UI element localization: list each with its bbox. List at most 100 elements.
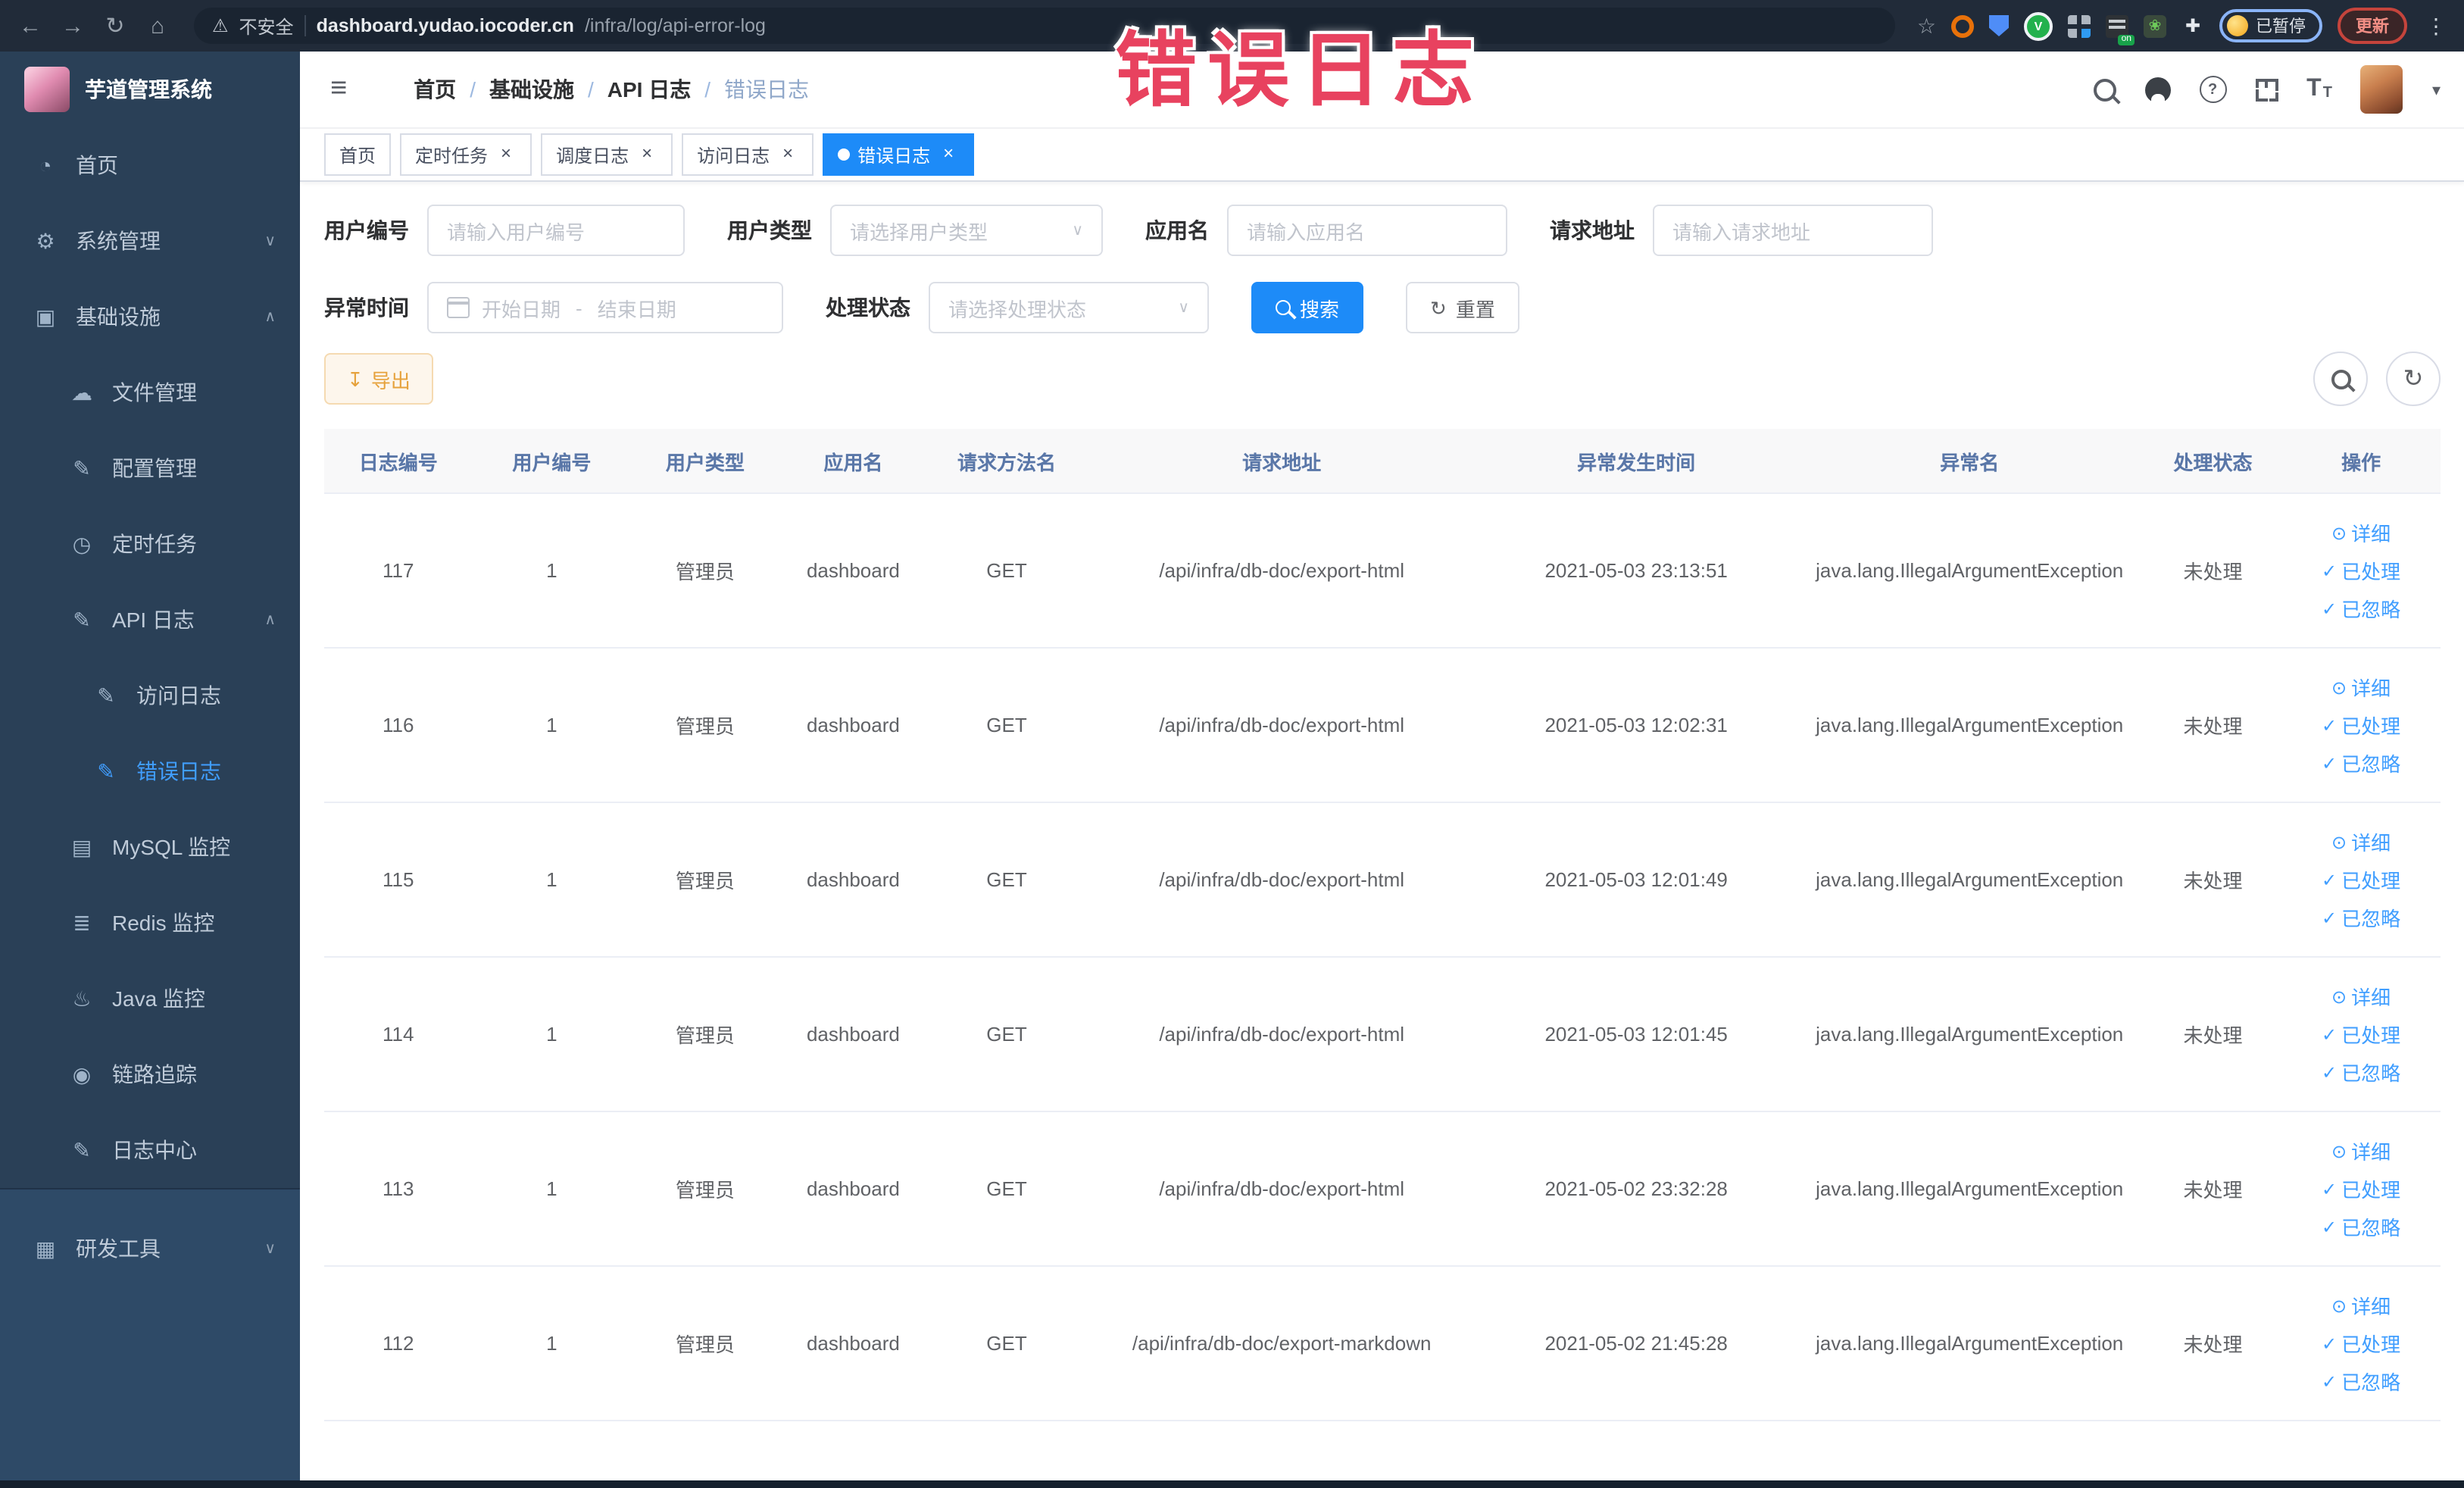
sidebar-menu-item[interactable]: ✎ 访问日志 [0, 658, 300, 733]
bookmark-star-icon[interactable]: ☆ [1917, 13, 1936, 39]
toggle-search-button[interactable] [2313, 352, 2368, 406]
github-icon[interactable] [2144, 77, 2171, 102]
user-avatar[interactable] [2360, 65, 2403, 114]
view-tab[interactable]: 调度日志 × [541, 133, 673, 176]
profile-paused-badge[interactable]: 已暂停 [2219, 9, 2322, 42]
mark-processed-link[interactable]: ✓ 已处理 [2322, 1174, 2400, 1203]
detail-link[interactable]: ⊙ 详细 [2331, 982, 2391, 1011]
help-icon[interactable]: ? [2199, 76, 2227, 103]
sidebar-menu-item[interactable]: ✎ 日志中心 [0, 1112, 300, 1188]
refresh-icon: ↻ [2403, 367, 2424, 392]
request-url-input[interactable]: 请输入请求地址 [1653, 205, 1933, 256]
user-id-input[interactable]: 请输入用户编号 [427, 205, 685, 256]
mark-ignored-link[interactable]: ✓ 已忽略 [2322, 594, 2400, 623]
refresh-button[interactable]: ↻ [2386, 352, 2441, 406]
view-tab[interactable]: 定时任务 × [400, 133, 532, 176]
extension-v-icon[interactable]: V [2024, 11, 2053, 40]
view-tab[interactable]: 错误日志 × [823, 133, 975, 176]
extension-adblock-icon[interactable] [1951, 14, 1974, 37]
app-shell: 芋道管理系统 ◔ 首页 ⚙ 系统管理 ∨ ▣ 基础设施 ∧ ☁ 文件管理 ✎ 配… [0, 52, 2464, 1480]
user-type-select[interactable]: 请选择用户类型 ∨ [830, 205, 1103, 256]
close-icon[interactable]: × [777, 143, 798, 165]
mark-ignored-link[interactable]: ✓ 已忽略 [2322, 1212, 2400, 1241]
font-size-icon[interactable]: TT [2306, 77, 2332, 102]
mark-ignored-link[interactable]: ✓ 已忽略 [2322, 749, 2400, 777]
date-range-input[interactable]: 开始日期 - 结束日期 [427, 282, 783, 333]
cell-log-id: 115 [383, 868, 414, 891]
close-icon[interactable]: × [938, 143, 959, 165]
trace-eye-icon: ◉ [72, 1061, 92, 1086]
breadcrumb-item[interactable]: API 日志 [607, 74, 691, 105]
sidebar-menu-item[interactable]: ♨ Java 监控 [0, 961, 300, 1036]
browser-menu-icon[interactable]: ⋮ [2422, 13, 2450, 39]
mark-ignored-link[interactable]: ✓ 已忽略 [2322, 1367, 2400, 1396]
sidebar-menu-item[interactable]: ◔ 首页 [0, 127, 300, 203]
sidebar-menu-item[interactable]: ▤ MySQL 监控 [0, 809, 300, 885]
forward-icon[interactable]: → [58, 13, 88, 39]
sidebar-menu-item-dev-tools[interactable]: ▦ 研发工具 ∨ [0, 1211, 300, 1286]
mark-processed-link[interactable]: ✓ 已处理 [2322, 711, 2400, 739]
extension-grid-icon[interactable] [2068, 14, 2091, 37]
refresh-icon: ↻ [1430, 296, 1447, 319]
mark-ignored-link[interactable]: ✓ 已忽略 [2322, 1058, 2400, 1086]
extensions-puzzle-icon[interactable]: ✚ [2181, 14, 2204, 37]
sidebar-menu-item[interactable]: ≣ Redis 监控 [0, 885, 300, 961]
sidebar-menu-item[interactable]: ⚙ 系统管理 ∨ [0, 203, 300, 279]
sidebar-menu-item[interactable]: ◉ 链路追踪 [0, 1036, 300, 1112]
browser-update-button[interactable]: 更新 [2338, 8, 2407, 44]
breadcrumb-item[interactable]: 错误日志 [724, 74, 809, 105]
detail-link[interactable]: ⊙ 详细 [2331, 1136, 2391, 1165]
search-icon[interactable] [2093, 78, 2116, 101]
hamburger-icon[interactable]: ≡ [324, 73, 353, 106]
mark-processed-link[interactable]: ✓ 已处理 [2322, 1329, 2400, 1358]
warning-icon[interactable]: ⚠ [212, 15, 229, 36]
close-icon[interactable]: × [636, 143, 657, 165]
cell-exception-time: 2021-05-03 12:01:45 [1544, 1023, 1728, 1046]
sidebar-menu-item[interactable]: ✎ API 日志 ∧ [0, 582, 300, 658]
detail-link[interactable]: ⊙ 详细 [2331, 518, 2391, 547]
export-button[interactable]: ↧ 导出 [324, 353, 433, 405]
extension-leaf-icon[interactable]: ❀ [2144, 14, 2166, 37]
sidebar-menu-item[interactable]: ✎ 错误日志 [0, 733, 300, 809]
extension-shield-icon[interactable] [1989, 15, 2009, 36]
mark-processed-link[interactable]: ✓ 已处理 [2322, 865, 2400, 894]
home-icon[interactable]: ⌂ [142, 13, 173, 39]
sidebar-menu: ◔ 首页 ⚙ 系统管理 ∨ ▣ 基础设施 ∧ ☁ 文件管理 ✎ 配置管理 ◷ 定… [0, 127, 300, 1188]
mark-processed-link[interactable]: ✓ 已处理 [2322, 556, 2400, 585]
error-log-table: 日志编号 用户编号 用户类型 应用名 请求方法名 请求地址 异常发生时间 异常名 处理状态 操作 … [324, 429, 2441, 1421]
menu-item-label: 文件管理 [112, 380, 197, 405]
reset-button[interactable]: ↻ 重置 [1406, 282, 1519, 333]
menu-item-label: Java 监控 [112, 986, 205, 1011]
sidebar-menu-item[interactable]: ☁ 文件管理 [0, 355, 300, 430]
sidebar-menu-item[interactable]: ▣ 基础设施 ∧ [0, 279, 300, 355]
view-tab[interactable]: 访问日志 × [682, 133, 814, 176]
filter-request-url: 请求地址 请输入请求地址 [1550, 205, 1933, 256]
search-button[interactable]: 搜索 [1251, 282, 1364, 333]
detail-link[interactable]: ⊙ 详细 [2331, 827, 2391, 856]
profile-paused-label: 已暂停 [2256, 18, 2306, 36]
app-name-input[interactable]: 请输入应用名 [1227, 205, 1507, 256]
sidebar-menu-item[interactable]: ◷ 定时任务 [0, 506, 300, 582]
reload-icon[interactable]: ↻ [100, 12, 130, 39]
back-icon[interactable]: ← [15, 13, 45, 39]
address-bar[interactable]: ⚠ 不安全 dashboard.yudao.iocoder.cn/infra/l… [194, 8, 1896, 44]
view-tab[interactable]: 首页 × [324, 133, 392, 176]
fullscreen-icon[interactable] [2255, 78, 2278, 101]
sidebar-logo[interactable]: 芋道管理系统 [0, 52, 300, 127]
detail-link[interactable]: ⊙ 详细 [2331, 673, 2391, 702]
mark-processed-link[interactable]: ✓ 已处理 [2322, 1020, 2400, 1049]
mark-ignored-link[interactable]: ✓ 已忽略 [2322, 903, 2400, 932]
chevron-down-icon: ∨ [264, 233, 276, 249]
detail-link[interactable]: ⊙ 详细 [2331, 1291, 2391, 1320]
close-icon[interactable]: × [495, 143, 517, 165]
extension-switchyomega-icon[interactable] [2106, 14, 2135, 45]
cloud-upload-icon: ☁ [71, 380, 92, 404]
breadcrumb-item[interactable]: 基础设施 [489, 74, 574, 105]
check-icon: ✓ [2322, 714, 2338, 736]
process-status-select[interactable]: 请选择处理状态 ∨ [929, 282, 1209, 333]
breadcrumb-item[interactable]: 首页 [414, 74, 456, 105]
caret-down-icon[interactable]: ▾ [2432, 80, 2441, 99]
edit-icon: ✎ [73, 607, 91, 631]
sidebar-menu-item[interactable]: ✎ 配置管理 [0, 430, 300, 506]
dashboard-icon: ◔ [39, 153, 52, 177]
